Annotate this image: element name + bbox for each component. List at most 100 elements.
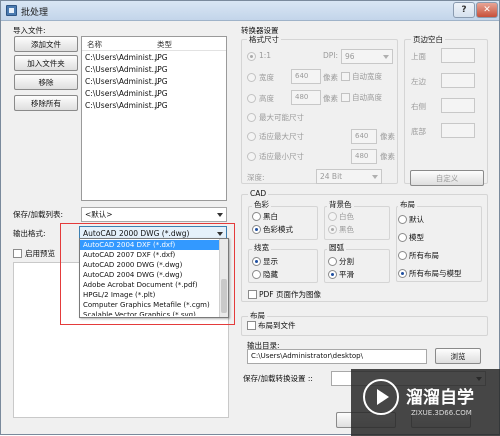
max-possible-label: 最大可能尺寸 xyxy=(259,113,304,122)
save-load-list-select[interactable]: <默认> xyxy=(81,207,227,222)
margin-bottom-label: 底部 xyxy=(411,127,426,136)
auto-width-label: 自动宽度 xyxy=(352,72,382,81)
watermark: 溜溜自学 ZIXUE.3D66.COM xyxy=(351,369,500,436)
fit-min-label: 适应最小尺寸 xyxy=(259,152,304,161)
save-load-settings-label: 保存/加载转换设置 :: xyxy=(243,374,313,383)
remove-all-button[interactable]: 移除所有 xyxy=(14,95,78,111)
fit-min-unit: 像素 xyxy=(380,152,395,161)
margin-right-input[interactable] xyxy=(441,98,475,113)
window-title: 批处理 xyxy=(21,8,49,18)
layout-to-file-checkbox[interactable] xyxy=(247,321,256,330)
header-name[interactable]: 名称 xyxy=(87,39,102,50)
show-lineweight-label: 显示 xyxy=(263,257,278,266)
black-radio[interactable] xyxy=(328,225,337,234)
model-label: 模型 xyxy=(409,233,424,242)
margins-title: 页边空白 xyxy=(411,34,445,45)
bw-label: 黑白 xyxy=(263,212,278,221)
output-format-label: 输出格式: xyxy=(13,229,46,238)
height-radio[interactable] xyxy=(247,94,256,103)
chevron-down-icon xyxy=(372,175,378,179)
add-file-button[interactable]: 添加文件 xyxy=(14,36,78,52)
arc-title: 圆弧 xyxy=(327,242,346,253)
depth-select[interactable]: 24 Bit xyxy=(316,169,382,184)
chevron-down-icon xyxy=(383,55,389,59)
dpi-select[interactable]: 96 xyxy=(341,49,393,64)
color-mode-label: 色彩模式 xyxy=(263,225,293,234)
cad-layout-title: 布局 xyxy=(398,199,417,210)
white-radio[interactable] xyxy=(328,212,337,221)
fit-min-input[interactable]: 480 xyxy=(351,149,377,164)
bw-radio[interactable] xyxy=(252,212,261,221)
output-dir-input[interactable]: C:\Users\Administrator\desktop\ xyxy=(247,349,427,364)
segment-radio[interactable] xyxy=(328,257,337,266)
lineweight-title: 线宽 xyxy=(252,242,271,253)
background-group xyxy=(324,206,390,240)
all-layouts-radio[interactable] xyxy=(398,251,407,260)
margin-left-label: 左边 xyxy=(411,77,426,86)
margin-left-input[interactable] xyxy=(441,73,475,88)
close-button[interactable]: ✕ xyxy=(476,2,498,18)
custom-button[interactable]: 自定义 xyxy=(410,170,484,186)
margin-top-label: 上面 xyxy=(411,52,426,61)
width-label: 宽度 xyxy=(259,73,274,82)
format-size-label: 格式尺寸 xyxy=(247,34,281,45)
fit-max-input[interactable]: 640 xyxy=(351,129,377,144)
hide-lineweight-radio[interactable] xyxy=(252,270,261,279)
enable-preview-checkbox[interactable] xyxy=(13,249,22,258)
dpi-label: DPI: xyxy=(323,51,339,60)
color-title: 色彩 xyxy=(252,199,271,210)
fit-min-radio[interactable] xyxy=(247,152,256,161)
height-unit: 像素 xyxy=(323,94,338,103)
height-label: 高度 xyxy=(259,94,274,103)
black-label: 黑色 xyxy=(339,225,354,234)
margin-top-input[interactable] xyxy=(441,48,475,63)
smooth-label: 平滑 xyxy=(339,270,354,279)
background-title: 背景色 xyxy=(327,199,354,210)
layout-to-file-label: 布局到文件 xyxy=(258,321,296,330)
auto-width-checkbox[interactable] xyxy=(341,72,350,81)
highlight-annotation xyxy=(60,223,235,325)
add-folder-button[interactable]: 加入文件夹 xyxy=(14,55,78,71)
ratio-label: 1:1 xyxy=(259,51,272,60)
all-layouts-model-radio[interactable] xyxy=(398,269,407,278)
all-layouts-label: 所有布局 xyxy=(409,251,439,260)
pdf-pages-label: PDF 页面作为图像 xyxy=(259,290,321,299)
fit-max-label: 适应最大尺寸 xyxy=(259,132,304,141)
default-layout-radio[interactable] xyxy=(398,215,407,224)
chevron-down-icon xyxy=(217,213,223,217)
remove-button[interactable]: 移除 xyxy=(14,74,78,90)
color-mode-radio[interactable] xyxy=(252,225,261,234)
enable-preview-label: 启用预览 xyxy=(25,249,55,258)
watermark-text: 溜溜自学 xyxy=(406,388,474,408)
margin-bottom-input[interactable] xyxy=(441,123,475,138)
save-load-list-label: 保存/加载列表: xyxy=(13,210,64,219)
max-possible-radio[interactable] xyxy=(247,113,256,122)
batch-dialog: 批处理 ? ✕ 导入文件: 添加文件 加入文件夹 移除 移除所有 名称 类型 C… xyxy=(0,0,500,436)
segment-label: 分割 xyxy=(339,257,354,266)
help-button[interactable]: ? xyxy=(453,2,475,18)
cad-title: CAD xyxy=(248,189,269,198)
smooth-radio[interactable] xyxy=(328,270,337,279)
width-radio[interactable] xyxy=(247,73,256,82)
fit-max-radio[interactable] xyxy=(247,132,256,141)
model-radio[interactable] xyxy=(398,233,407,242)
ratio-radio[interactable] xyxy=(247,52,256,61)
white-label: 白色 xyxy=(339,212,354,221)
pdf-pages-checkbox[interactable] xyxy=(248,290,257,299)
app-icon xyxy=(6,5,17,16)
import-label: 导入文件: xyxy=(13,26,46,35)
margin-right-label: 右侧 xyxy=(411,102,426,111)
header-type[interactable]: 类型 xyxy=(157,39,172,50)
auto-height-checkbox[interactable] xyxy=(341,93,350,102)
width-input[interactable]: 640 xyxy=(291,69,321,84)
watermark-subtext: ZIXUE.3D66.COM xyxy=(411,409,472,417)
show-lineweight-radio[interactable] xyxy=(252,257,261,266)
browse-button[interactable]: 浏览 xyxy=(435,348,481,364)
file-list[interactable]: 名称 类型 C:\Users\Administ... JPG C:\Users\A… xyxy=(81,36,227,201)
title-bar: 批处理 ? ✕ xyxy=(1,1,499,21)
width-unit: 像素 xyxy=(323,73,338,82)
height-input[interactable]: 480 xyxy=(291,90,321,105)
fit-max-unit: 像素 xyxy=(380,132,395,141)
dpi-value: 96 xyxy=(345,52,355,61)
hide-lineweight-label: 隐藏 xyxy=(263,270,278,279)
